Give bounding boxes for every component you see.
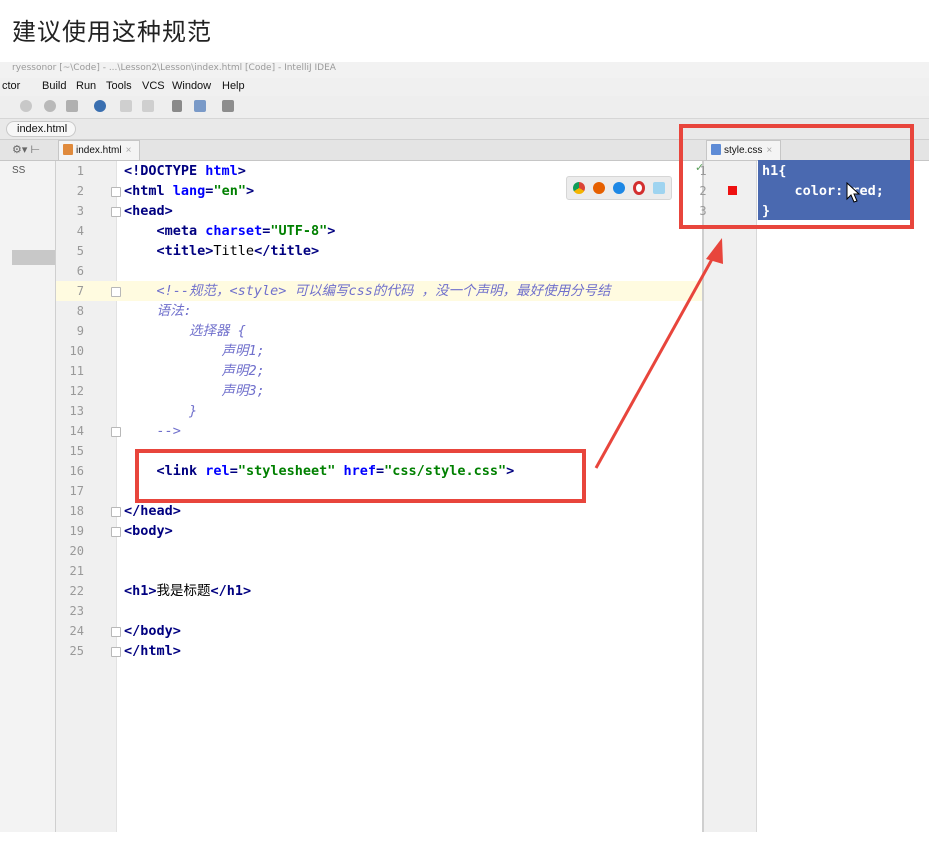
arrow-head [706,238,723,264]
mouse-cursor-icon [846,182,861,203]
annotation-arrow [594,238,723,469]
arrow-shaft [594,251,718,469]
